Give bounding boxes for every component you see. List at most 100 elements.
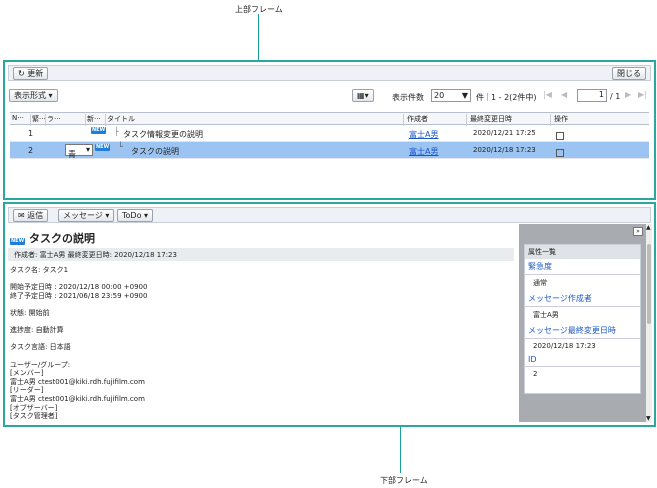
task-table: N··· 緊··· ラ··· 新··· タイトル 作成者 最終変更日時 操作 1… [10, 112, 649, 159]
row-author-link[interactable]: 富士A男 [409, 129, 438, 140]
message-title: NEW タスクの説明 [10, 230, 95, 246]
row-number: 1 [28, 129, 34, 138]
top-toolbar: ↻ 更新 閉じる [8, 65, 651, 81]
table-header: N··· 緊··· ラ··· 新··· タイトル 作成者 最終変更日時 操作 [10, 113, 649, 126]
message-menu-label: メッセージ [63, 211, 103, 220]
scroll-thumb[interactable] [647, 244, 651, 324]
message-menu-button[interactable]: メッセージ ▾ [58, 209, 115, 222]
message-body: NEW タスクの説明 作成者: 富士A男 最終変更日時: 2020/12/18 … [8, 224, 516, 422]
property-value: 2020/12/18 17:23 [525, 339, 640, 353]
todo-menu-button[interactable]: ToDo ▾ [117, 209, 154, 222]
message-line: 開始予定日時 : 2020/12/18 00:00 +0900 [10, 283, 148, 292]
row-title[interactable]: タスク情報変更の説明 [123, 129, 203, 140]
col-urgency[interactable]: 緊··· [32, 114, 46, 124]
new-badge: NEW [95, 144, 111, 151]
chevron-down-icon: ▼ [461, 91, 468, 100]
next-page-icon[interactable]: ▶ [625, 90, 631, 99]
message-line: [リーダー] [10, 386, 44, 395]
scroll-up-icon[interactable]: ▲ [646, 224, 651, 231]
property-id: ID 2 [525, 353, 640, 381]
bottom-toolbar: ✉ 返信 メッセージ ▾ ToDo ▾ [8, 207, 651, 223]
display-format-button[interactable]: 表示形式 ▾ [9, 89, 58, 102]
properties-title: 属性一覧 [525, 245, 640, 259]
col-new[interactable]: 新··· [87, 114, 101, 124]
message-line: [タスク管理者] [10, 412, 58, 421]
count-label: 表示件数 [392, 93, 424, 102]
row-title[interactable]: タスクの説明 [131, 146, 179, 157]
label-select-value: 青 [68, 150, 76, 159]
col-actions: 操作 [554, 115, 568, 123]
chevron-down-icon: ▾ [105, 211, 110, 220]
close-button[interactable]: 閉じる [612, 67, 646, 80]
message-line [8, 318, 508, 327]
prev-page-icon[interactable]: ◀ [561, 90, 567, 99]
expand-icon[interactable]: » [633, 227, 643, 236]
message-line [8, 275, 508, 284]
row-updated: 2020/12/18 17:23 [473, 146, 536, 154]
count-separator: | [486, 92, 489, 101]
chevron-down-icon: ▾ [364, 91, 369, 100]
message-line: 進捗度: 自動計算 [10, 326, 64, 335]
refresh-label: 更新 [27, 69, 44, 78]
count-select[interactable]: 20 ▼ [431, 89, 471, 102]
property-label: 緊急度 [525, 259, 640, 275]
last-page-icon[interactable]: ▶| [638, 90, 647, 99]
row-author-link[interactable]: 富士A男 [409, 146, 438, 157]
message-line: タスク名: タスク1 [10, 266, 69, 274]
row-updated: 2020/12/21 17:25 [473, 129, 536, 137]
bottom-frame-pointer [400, 427, 401, 473]
refresh-button[interactable]: ↻ 更新 [13, 67, 49, 80]
reply-icon: ✉ [18, 211, 25, 220]
count-info: 1 - 2(2件中) [491, 93, 537, 102]
col-label[interactable]: ラ··· [47, 114, 61, 124]
message-line: 富士A男 ctest001@kiki.rdh.fujifilm.com [10, 377, 145, 386]
message-line [8, 352, 508, 361]
property-value: 富士A男 [525, 307, 640, 323]
bottom-frame-label: 下部フレーム [380, 476, 428, 485]
table-row-selected[interactable]: 2 青 ▾ NEW └ タスクの説明 富士A男 2020/12/18 17:23 [10, 142, 649, 159]
message-line [8, 335, 508, 344]
table-row[interactable]: 1 NEW ├ タスク情報変更の説明 富士A男 2020/12/21 17:25 [10, 125, 649, 142]
message-title-text: タスクの説明 [28, 232, 95, 245]
col-number[interactable]: N··· [12, 114, 24, 122]
page-total: / 1 [610, 92, 621, 101]
message-lines: タスク名: タスク1 開始予定日時 : 2020/12/18 00:00 +090… [8, 266, 508, 421]
reply-button[interactable]: ✉ 返信 [13, 209, 49, 222]
properties-card: 属性一覧 緊急度 通常 メッセージ作成者 富士A男 メッセージ最終変更日時 20… [524, 244, 641, 394]
scroll-down-icon[interactable]: ▼ [646, 415, 651, 422]
tree-branch: ├ [114, 127, 119, 136]
property-label: ID [525, 353, 640, 367]
properties-panel: » 属性一覧 緊急度 通常 メッセージ作成者 富士A男 メッセージ最終変更日時 … [519, 224, 646, 422]
count-unit: 件 [476, 93, 484, 102]
page-input[interactable]: 1 [577, 89, 607, 102]
message-meta: 作成者: 富士A男 最終変更日時: 2020/12/18 17:23 [8, 248, 514, 261]
col-title[interactable]: タイトル [107, 114, 135, 124]
chevron-down-icon: ▾ [144, 211, 149, 220]
message-line: [メンバー] [10, 369, 44, 378]
property-value: 2 [525, 367, 640, 381]
message-line [8, 300, 508, 309]
todo-menu-label: ToDo [122, 211, 142, 220]
vertical-scrollbar[interactable]: ▲ ▼ [646, 224, 652, 422]
tree-branch: └ [118, 142, 123, 151]
attachment-icon[interactable] [556, 132, 564, 140]
message-line: 状態: 開始前 [10, 308, 50, 317]
message-line: 終了予定日時 : 2021/06/18 23:59 +0900 [10, 291, 148, 300]
attachment-icon[interactable] [556, 149, 564, 157]
new-badge: NEW [10, 238, 26, 245]
refresh-icon: ↻ [18, 69, 25, 78]
message-line: 富士A男 ctest001@kiki.rdh.fujifilm.com [10, 394, 145, 403]
property-label: メッセージ最終変更日時 [525, 323, 640, 339]
new-badge: NEW [91, 127, 107, 134]
table-icon: ▦ [357, 91, 365, 100]
display-format-label: 表示形式 [14, 91, 46, 100]
first-page-icon[interactable]: |◀ [543, 90, 552, 99]
label-select[interactable]: 青 ▾ [65, 144, 93, 159]
reply-label: 返信 [27, 211, 44, 220]
top-frame-pointer [258, 14, 259, 60]
col-author[interactable]: 作成者 [407, 114, 428, 124]
row-number: 2 [28, 146, 34, 155]
col-updated[interactable]: 最終変更日時 [470, 114, 512, 124]
property-value: 通常 [525, 275, 640, 291]
column-settings-button[interactable]: ▦▾ [352, 89, 374, 102]
